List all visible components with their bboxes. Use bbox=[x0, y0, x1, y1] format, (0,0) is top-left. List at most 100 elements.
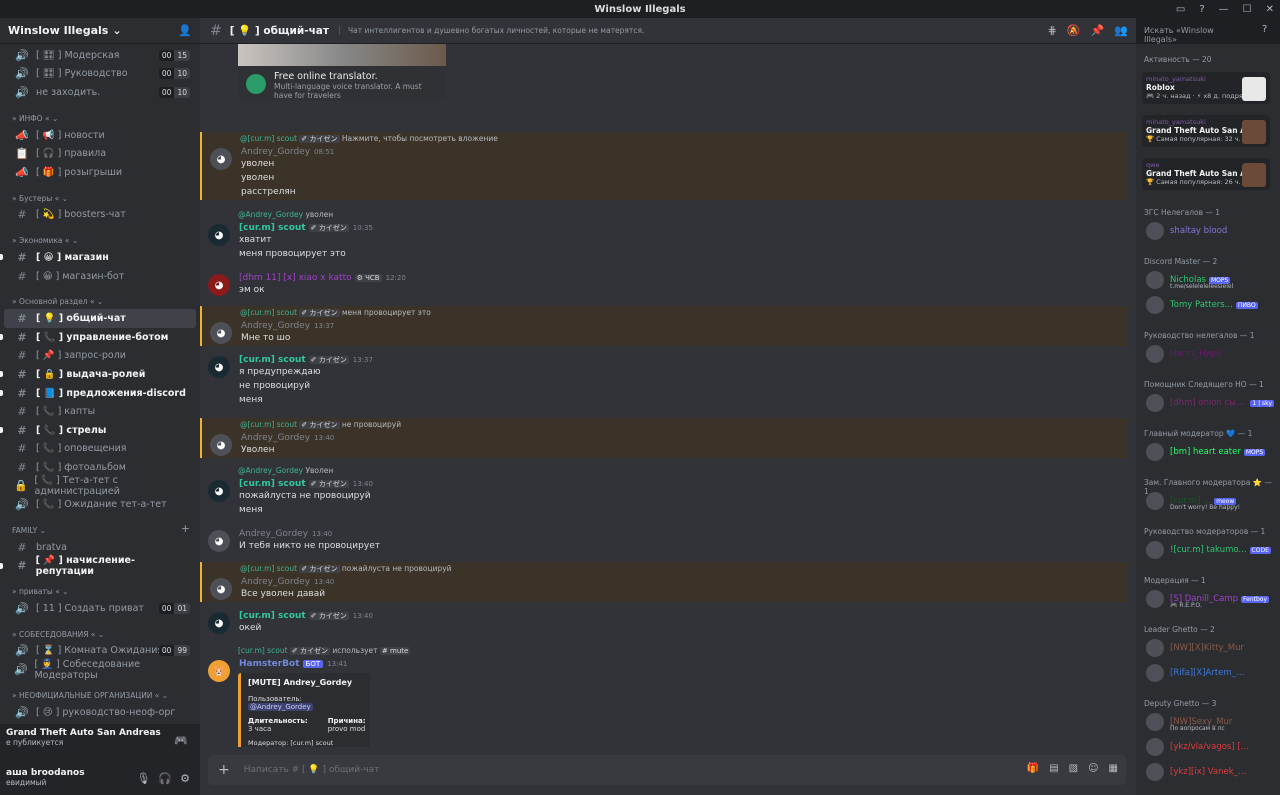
gift-icon[interactable]: 🎁 bbox=[1027, 763, 1039, 774]
message-list[interactable]: Free online translator. Multi-language v… bbox=[200, 44, 1136, 747]
user-avatar[interactable]: ◕ bbox=[208, 480, 230, 502]
message[interactable]: ◕ Andrey_Gordey 13:40 И тебя никто не прово… bbox=[200, 528, 1128, 554]
reply-preview[interactable]: @[cur.m] scout ✐ カイゼン Нажмите, чтобы пос… bbox=[240, 134, 498, 144]
member-item[interactable]: [NW][X]Kitty_Mur bbox=[1142, 637, 1274, 659]
channel-item[interactable]: 🔊 [ 👮 ] Собеседование Модераторы bbox=[4, 659, 196, 681]
message[interactable]: @[cur.m] scout ✐ カイゼン пожайлуста не пров… bbox=[200, 562, 1128, 602]
channel-item[interactable]: 📣 [ 📢 ] новости bbox=[4, 126, 196, 145]
upload-plus-icon[interactable]: + bbox=[218, 762, 230, 778]
author-name[interactable]: HamsterBot bbox=[239, 659, 300, 669]
channel-category[interactable]: » СОБЕСЕДОВАНИЯ « ⌄ bbox=[0, 622, 200, 642]
server-header[interactable]: Winslow Illegals ⌄ 👤 bbox=[0, 18, 200, 44]
message[interactable]: ◕ [dhm 11] [x] xiao x katto ⚙ ЧСВ 12:20 эм о… bbox=[200, 272, 1128, 298]
author-name[interactable]: Andrey_Gordey bbox=[241, 433, 310, 443]
sticker-icon[interactable]: ▧ bbox=[1069, 763, 1078, 774]
reply-preview[interactable]: @Andrey_Gordey Уволен bbox=[238, 466, 333, 475]
search-help-icon[interactable]: ? bbox=[1262, 24, 1267, 35]
minimize-button[interactable]: — bbox=[1219, 4, 1229, 15]
message[interactable]: @[cur.m] scout ✐ カイゼン не провоцируй ◕ Andr… bbox=[200, 418, 1128, 458]
author-name[interactable]: [cur.m] scout bbox=[239, 611, 306, 621]
channel-item[interactable]: # [ 🔒 ] выдача-ролей bbox=[0, 365, 196, 384]
gamepad-icon[interactable]: 🎮 bbox=[174, 734, 188, 747]
member-item[interactable]: [Rifa][X]Artem_Waitik bbox=[1142, 662, 1274, 684]
channel-item[interactable]: # [ 📞 ] капты bbox=[4, 402, 196, 421]
channel-item[interactable]: 📣 [ 🎁 ] розыгрыши bbox=[4, 163, 196, 182]
member-item[interactable]: [cur.m] ... meow Don't worry! Be happy! bbox=[1142, 490, 1274, 512]
channel-item[interactable]: # [ 😀 ] магазин bbox=[0, 248, 196, 267]
channel-item[interactable]: # [ 📞 ] фотоальбом bbox=[4, 458, 196, 477]
microphone-icon[interactable]: 🎙 bbox=[136, 772, 150, 785]
activity-card[interactable]: minato_yamatsukiGrand Theft Auto San And… bbox=[1142, 115, 1270, 147]
notification-bell-icon[interactable]: 🔕 bbox=[1067, 24, 1081, 37]
channel-item[interactable]: 🔊 [ 🎛 ] Руководство 00 10 bbox=[4, 65, 196, 84]
channel-topic[interactable]: Чат интеллигентов и душевно богатых личн… bbox=[338, 26, 644, 35]
link-embed[interactable]: Free online translator. Multi-language v… bbox=[238, 44, 446, 101]
channel-category[interactable]: » Основной раздел « ⌄ bbox=[0, 289, 200, 309]
author-name[interactable]: [cur.m] scout bbox=[239, 355, 306, 365]
message[interactable]: @Andrey_Gordey уволен ◕ [cur.m] scout ✐ カイゼ… bbox=[200, 208, 1128, 278]
message[interactable]: @Andrey_Gordey Уволен ◕ [cur.m] scout ✐ カイゼ… bbox=[200, 464, 1128, 532]
message[interactable]: ◕ [cur.m] scout ✐ カイゼン 13:40 окей bbox=[200, 610, 1128, 638]
channel-item[interactable]: 📋 [ 🎧 ] правила bbox=[4, 144, 196, 163]
message[interactable]: @[cur.m] scout ✐ カイゼン меня провоцирует э… bbox=[200, 306, 1128, 346]
user-avatar[interactable]: ◕ bbox=[208, 612, 230, 634]
inbox-icon[interactable]: ▭ bbox=[1176, 4, 1185, 15]
user-avatar[interactable]: ◕ bbox=[208, 356, 230, 378]
reply-preview[interactable]: @[cur.m] scout ✐ カイゼン меня провоцирует э… bbox=[240, 308, 431, 318]
user-avatar[interactable]: 🐹 bbox=[208, 660, 230, 682]
channel-category[interactable]: » Экономика « ⌄ bbox=[0, 228, 200, 248]
member-item[interactable]: Tomy Patters... ПИВО bbox=[1142, 294, 1274, 316]
user-avatar[interactable]: ◕ bbox=[208, 274, 230, 296]
emoji-icon[interactable]: ☺ bbox=[1088, 763, 1098, 774]
channel-item[interactable]: # [ 😀 ] магазин-бот bbox=[4, 267, 196, 286]
message-input[interactable]: Написать # [ 💡 ] общий-чат bbox=[244, 765, 380, 775]
channel-item[interactable]: 🔊 [ ⌛ ] Комната Ожидания 00 99 bbox=[4, 642, 196, 661]
author-name[interactable]: [cur.m] scout bbox=[239, 223, 306, 233]
author-name[interactable]: [cur.m] scout bbox=[239, 479, 306, 489]
channel-item[interactable]: 🔊 [ 11 ] Создать приват 00 01 bbox=[4, 599, 196, 618]
channel-item[interactable]: 🔊 [ 📞 ] Ожидание тет-а-тет bbox=[4, 495, 196, 514]
activity-panel[interactable]: Grand Theft Auto San Andreas е публикует… bbox=[0, 724, 200, 764]
channel-item[interactable]: # [ 📌 ] начисление-репутации bbox=[0, 555, 196, 577]
channel-item[interactable]: # [ 📘 ] предложения-discord bbox=[0, 384, 196, 403]
author-name[interactable]: Andrey_Gordey bbox=[241, 321, 310, 331]
author-name[interactable]: Andrey_Gordey bbox=[241, 577, 310, 587]
user-avatar[interactable]: ◕ bbox=[210, 434, 232, 456]
channel-item[interactable]: # [ 💫 ] boosters-чат bbox=[4, 206, 196, 225]
member-item[interactable]: Nicholas MOPS t.me/seleleleleeslelel bbox=[1142, 269, 1274, 291]
channel-item[interactable]: # [ 💡 ] общий-чат bbox=[4, 309, 196, 328]
member-item[interactable]: [NW]Sexy_Mur По вопросам в лс bbox=[1142, 711, 1274, 733]
channel-item[interactable]: 🔊 [ 😢 ] руководство-неоф-орг bbox=[4, 703, 196, 722]
user-avatar[interactable]: ◕ bbox=[208, 224, 230, 246]
channel-item[interactable]: # [ 📞 ] оповещения bbox=[4, 440, 196, 459]
message-composer[interactable]: + Написать # [ 💡 ] общий-чат 🎁 ▤ ▧ ☺ ▦ bbox=[208, 755, 1126, 785]
add-channel-icon[interactable]: + bbox=[181, 522, 190, 535]
reply-preview[interactable]: @Andrey_Gordey уволен bbox=[238, 210, 333, 219]
channel-item[interactable]: # [ 📞 ] стрелы bbox=[0, 421, 196, 440]
help-icon[interactable]: ? bbox=[1199, 4, 1204, 15]
channel-category[interactable]: » НЕОФИЦИАЛЬНЫЕ ОРГАНИЗАЦИИ « ⌄ bbox=[0, 683, 200, 703]
member-list-icon[interactable]: 👥 bbox=[1114, 24, 1128, 37]
channel-item[interactable]: 🔊 не заходить. 00 10 bbox=[4, 83, 196, 102]
channel-item[interactable]: # bratva bbox=[4, 538, 196, 557]
member-item[interactable]: [dhm] onion сырник1 | sky bbox=[1142, 392, 1274, 414]
maximize-button[interactable]: ☐ bbox=[1243, 4, 1252, 15]
pin-icon[interactable]: 📌 bbox=[1091, 24, 1105, 37]
channel-category[interactable]: » Бустеры « ⌄ bbox=[0, 186, 200, 206]
message[interactable]: @[cur.m] scout ✐ カイゼン Нажмите, чтобы пос… bbox=[200, 132, 1128, 200]
headphones-icon[interactable]: 🎧 bbox=[158, 772, 172, 785]
threads-icon[interactable]: ⋕ bbox=[1048, 24, 1057, 37]
reply-preview[interactable]: @[cur.m] scout ✐ カイゼン не провоцируй bbox=[240, 420, 401, 430]
author-name[interactable]: [dhm 11] [x] xiao x katto bbox=[239, 273, 352, 283]
member-item[interactable]: shaltay blood bbox=[1142, 220, 1274, 242]
member-item[interactable]: [bm] heart eater MOPS bbox=[1142, 441, 1274, 463]
channel-item[interactable]: 🔒 [ 📞 ] Тет-а-тет с администрацией bbox=[4, 475, 196, 497]
channel-item[interactable]: # [ 📞 ] управление-ботом bbox=[0, 328, 196, 347]
gif-icon[interactable]: ▤ bbox=[1049, 763, 1058, 774]
channel-category[interactable]: FAMILY ⌄ + bbox=[0, 518, 200, 538]
add-member-icon[interactable]: 👤 bbox=[178, 24, 192, 37]
author-name[interactable]: Andrey_Gordey bbox=[239, 529, 308, 539]
user-mention[interactable]: @Andrey_Gordey bbox=[248, 703, 313, 711]
channel-category[interactable]: » ИНФО « ⌄ bbox=[0, 106, 200, 126]
user-avatar[interactable]: ◕ bbox=[208, 530, 230, 552]
